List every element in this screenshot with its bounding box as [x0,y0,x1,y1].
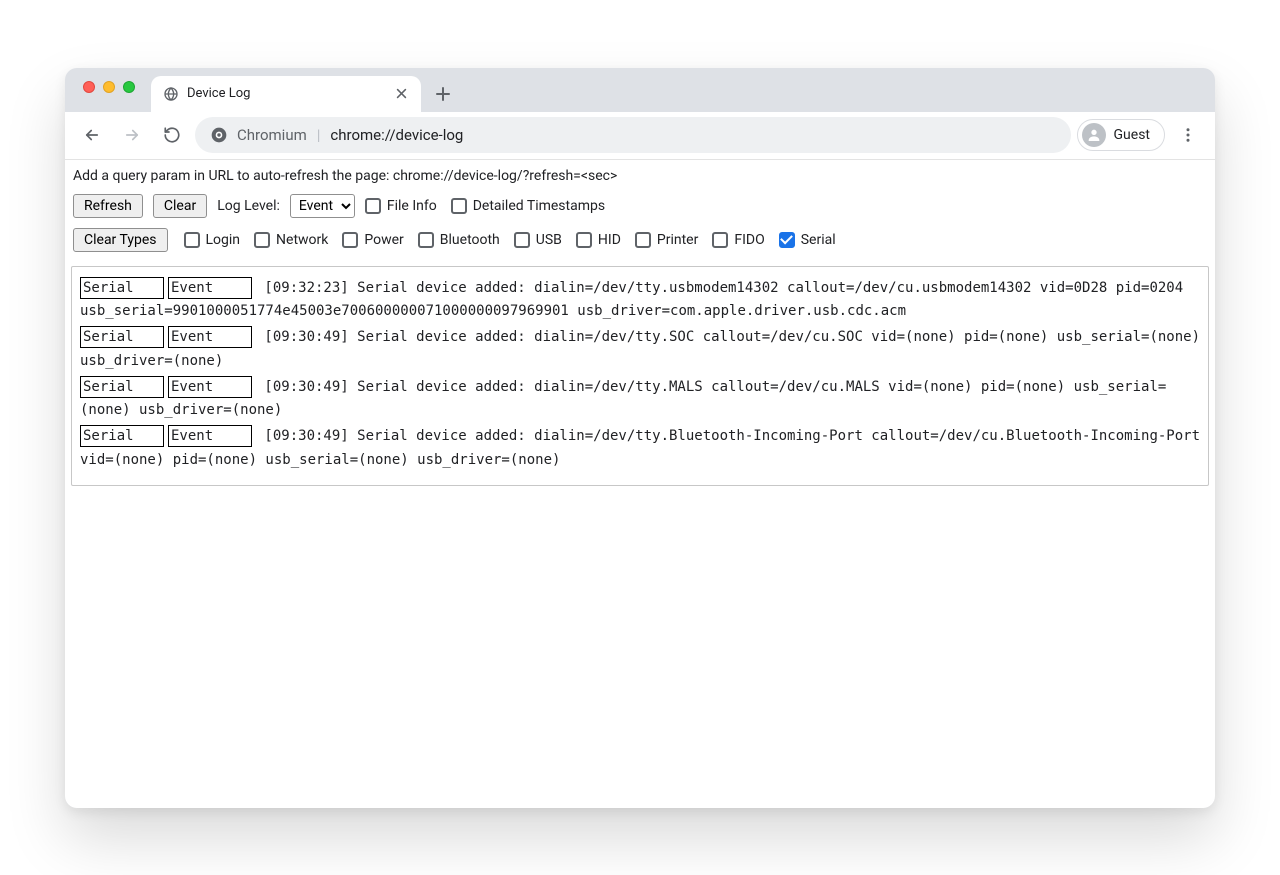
checkbox-label: USB [536,232,562,248]
option-file-info[interactable]: File Info [365,198,437,214]
checkbox-label: FIDO [734,232,764,248]
url-path: chrome://device-log [330,126,463,144]
checkbox-icon [712,232,728,248]
checkbox-icon [365,198,381,214]
clear-button[interactable]: Clear [153,194,207,218]
browser-tab[interactable]: Device Log [151,76,421,112]
type-login[interactable]: Login [184,232,241,248]
checkbox-icon [779,232,795,248]
log-entry: SerialEvent [09:30:49] Serial device add… [80,376,1200,424]
log-level-tag: Event [168,277,252,299]
profile-label: Guest [1114,127,1150,143]
checkbox-icon [514,232,530,248]
log-level-tag: Event [168,425,252,447]
clear-types-button[interactable]: Clear Types [73,228,168,252]
tab-strip: Device Log [65,68,1215,112]
page-content: Add a query param in URL to auto-refresh… [65,160,1215,808]
log-type-tag: Serial [80,376,164,398]
type-bluetooth[interactable]: Bluetooth [418,232,500,248]
type-usb[interactable]: USB [514,232,562,248]
checkbox-icon [254,232,270,248]
url-origin: Chromium [237,126,307,144]
window-controls [75,68,143,112]
log-type-tag: Serial [80,425,164,447]
checkbox-label: Power [364,232,403,248]
browser-toolbar: Chromium | chrome://device-log Guest [65,112,1215,160]
tab-title: Device Log [187,86,385,101]
url-separator: | [317,126,321,144]
checkbox-label: Printer [657,232,698,248]
back-button[interactable] [75,118,109,152]
kebab-menu-button[interactable] [1171,118,1205,152]
log-level-select[interactable]: Event [290,194,355,218]
reload-button[interactable] [155,118,189,152]
log-type-tag: Serial [80,326,164,348]
site-info-icon[interactable] [211,127,227,143]
checkbox-icon [451,198,467,214]
window-minimize-button[interactable] [103,81,115,93]
forward-button[interactable] [115,118,149,152]
log-level-tag: Event [168,376,252,398]
log-level-label: Log Level: [217,198,280,214]
checkbox-icon [342,232,358,248]
address-bar[interactable]: Chromium | chrome://device-log [195,117,1071,153]
controls-row-2: Clear Types Login Network Power Bluetooth US… [71,226,1209,254]
type-fido[interactable]: FIDO [712,232,764,248]
window-zoom-button[interactable] [123,81,135,93]
log-panel: SerialEvent [09:32:23] Serial device add… [71,266,1209,486]
type-network[interactable]: Network [254,232,328,248]
log-entry: SerialEvent [09:32:23] Serial device add… [80,277,1200,325]
checkbox-icon [184,232,200,248]
tab-close-button[interactable] [393,86,409,102]
profile-chip[interactable]: Guest [1077,119,1165,151]
type-printer[interactable]: Printer [635,232,698,248]
globe-icon [163,86,179,102]
checkbox-label: HID [598,232,621,248]
checkbox-icon [418,232,434,248]
new-tab-button[interactable] [429,80,457,108]
window-close-button[interactable] [83,81,95,93]
checkbox-label: Detailed Timestamps [473,198,605,214]
log-entry: SerialEvent [09:30:49] Serial device add… [80,326,1200,374]
option-detailed-timestamps[interactable]: Detailed Timestamps [451,198,605,214]
type-serial[interactable]: Serial [779,232,836,248]
checkbox-label: File Info [387,198,437,214]
refresh-hint: Add a query param in URL to auto-refresh… [71,166,1209,192]
checkbox-label: Serial [801,232,836,248]
type-power[interactable]: Power [342,232,403,248]
checkbox-icon [576,232,592,248]
avatar-icon [1082,123,1106,147]
checkbox-label: Network [276,232,328,248]
checkbox-label: Bluetooth [440,232,500,248]
log-type-tag: Serial [80,277,164,299]
type-hid[interactable]: HID [576,232,621,248]
refresh-button[interactable]: Refresh [73,194,143,218]
controls-row-1: Refresh Clear Log Level: Event File Info… [71,192,1209,220]
checkbox-icon [635,232,651,248]
checkbox-label: Login [206,232,241,248]
log-level-tag: Event [168,326,252,348]
browser-window: Device Log Chromium [65,68,1215,808]
log-entry: SerialEvent [09:30:49] Serial device add… [80,425,1200,473]
